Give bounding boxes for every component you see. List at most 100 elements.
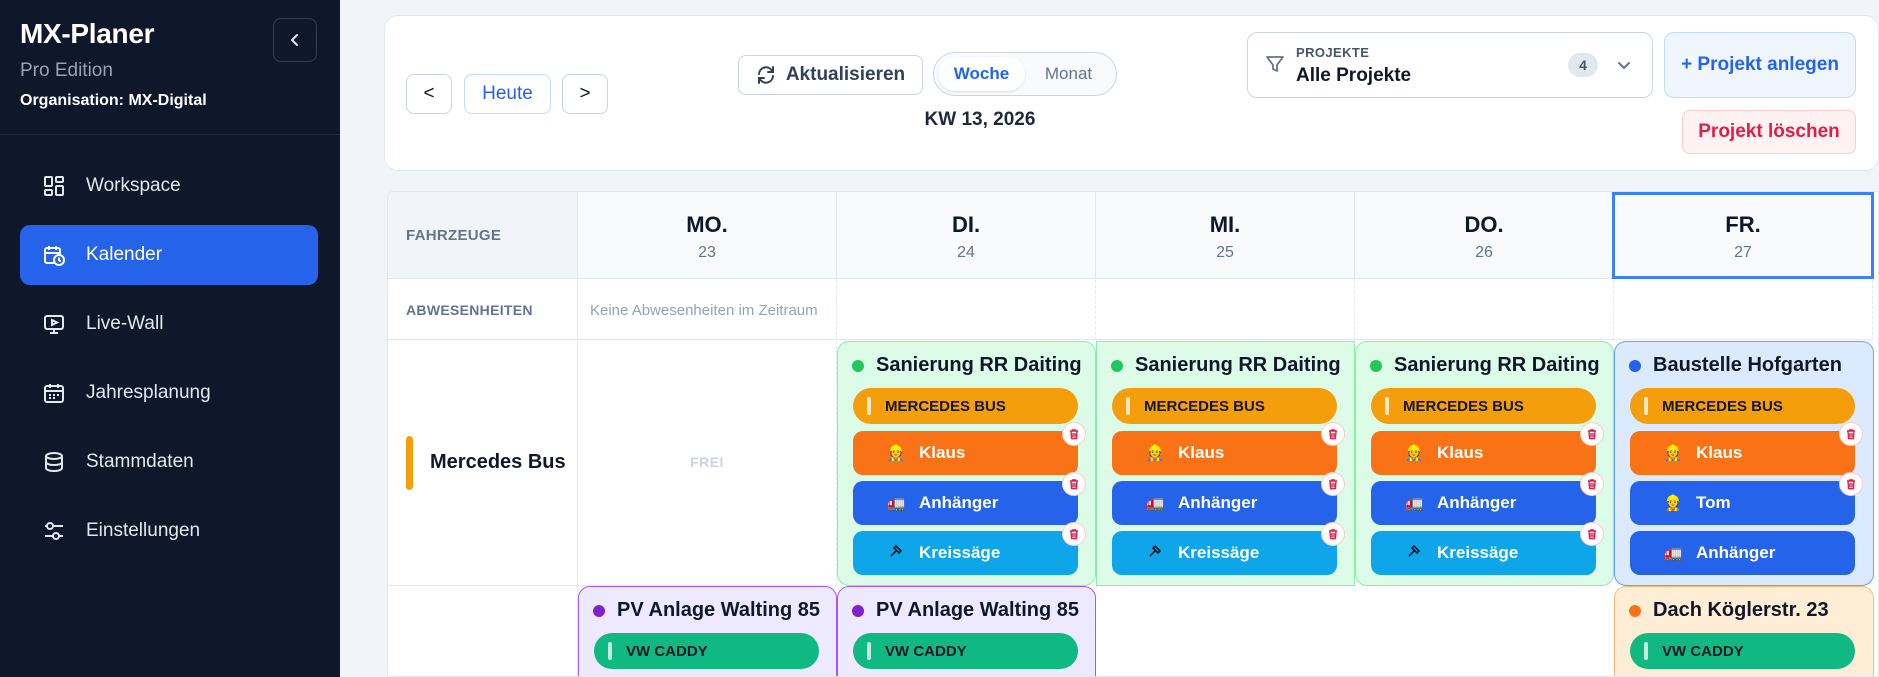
project-block[interactable]: PV Anlage Walting 85 VW CADDY <box>837 586 1096 676</box>
vehicle-pill[interactable]: MERCEDES BUS <box>1630 388 1855 424</box>
resource-label: Anhänger <box>1178 493 1258 512</box>
vehicle-row-label[interactable] <box>388 586 578 676</box>
resource-trailer[interactable]: 🚛 Anhänger <box>853 481 1078 525</box>
trash-icon[interactable] <box>1063 423 1085 445</box>
worker-icon: 👷 <box>1663 495 1683 512</box>
resource-label: Anhänger <box>919 493 999 512</box>
pill-marker <box>1385 397 1389 415</box>
resource-label: Anhänger <box>1437 493 1517 512</box>
next-week-button[interactable]: > <box>562 74 608 114</box>
project-title: Sanierung RR Daiting <box>1111 354 1341 377</box>
pill-marker <box>867 642 871 660</box>
vehicle-pill-label: VW CADDY <box>885 642 967 660</box>
day-header-mo: MO. 23 <box>578 192 837 279</box>
vehicle-pill[interactable]: VW CADDY <box>853 633 1078 669</box>
project-title-text: Dach Köglerstr. 23 <box>1653 599 1829 621</box>
vehicle-pill[interactable]: VW CADDY <box>1630 633 1855 669</box>
prev-week-button[interactable]: < <box>406 74 452 114</box>
sidebar-item-label: Einstellungen <box>86 520 201 541</box>
vehicle-pill[interactable]: VW CADDY <box>594 633 819 669</box>
project-block[interactable]: Sanierung RR Daiting MERCEDES BUS 👷 Klaus… <box>1355 341 1614 586</box>
collapse-sidebar-button[interactable] <box>273 18 317 62</box>
calendar-icon <box>42 381 66 405</box>
resource-label: Kreissäge <box>1178 543 1260 562</box>
absence-cell <box>1355 280 1614 340</box>
vehicle-pill-label: VW CADDY <box>626 642 708 660</box>
project-block[interactable]: Sanierung RR Daiting MERCEDES BUS 👷 Klaus… <box>837 341 1096 586</box>
trash-icon[interactable] <box>1322 473 1344 495</box>
app-title: MX-Planer <box>20 18 155 49</box>
project-title: Sanierung RR Daiting <box>852 354 1082 377</box>
sidebar-item-workspace[interactable]: Workspace <box>20 156 318 216</box>
trash-icon[interactable] <box>1322 523 1344 545</box>
trash-icon[interactable] <box>1581 423 1603 445</box>
calendar-clock-icon <box>42 243 66 267</box>
view-month-option[interactable]: Monat <box>1025 57 1112 91</box>
organization-label: Organisation: MX-Digital <box>20 92 207 109</box>
day-date: 27 <box>1734 244 1752 261</box>
absence-cell <box>1614 280 1873 340</box>
trash-icon[interactable] <box>1840 423 1862 445</box>
delete-project-button[interactable]: Projekt löschen <box>1682 110 1856 154</box>
resource-tool[interactable]: Kreissäge <box>1112 531 1337 575</box>
resource-worker[interactable]: 👷 Klaus <box>853 431 1078 475</box>
day-date: 26 <box>1475 244 1493 261</box>
trash-icon[interactable] <box>1322 423 1344 445</box>
add-project-button[interactable]: + Projekt anlegen <box>1664 32 1856 98</box>
sidebar-item-stammdaten[interactable]: Stammdaten <box>20 432 318 492</box>
sidebar-item-label: Jahresplanung <box>86 382 211 403</box>
resource-worker[interactable]: 👷 Klaus <box>1371 431 1596 475</box>
sidebar-nav: Workspace Kalender Live-Wall Jahresplanu… <box>20 156 318 570</box>
worker-icon: 👷 <box>1145 445 1165 462</box>
vehicles-header: FAHRZEUGE <box>388 192 578 279</box>
sidebar-item-einstellungen[interactable]: Einstellungen <box>20 501 318 561</box>
resource-trailer[interactable]: 🚛 Anhänger <box>1371 481 1596 525</box>
resource-tool[interactable]: Kreissäge <box>1371 531 1596 575</box>
trash-icon[interactable] <box>1063 523 1085 545</box>
sidebar-divider <box>0 134 340 135</box>
day-date: 23 <box>698 244 716 261</box>
day-header-di: DI. 24 <box>837 192 1096 279</box>
vehicle-pill[interactable]: MERCEDES BUS <box>853 388 1078 424</box>
day-name: FR. <box>1725 212 1761 237</box>
empty-day-cell[interactable]: FREI <box>578 341 837 586</box>
resource-worker[interactable]: 👷 Klaus <box>1630 431 1855 475</box>
project-title-text: Baustelle Hofgarten <box>1653 354 1842 376</box>
refresh-button[interactable]: Aktualisieren <box>738 55 923 95</box>
status-dot <box>1629 604 1641 617</box>
vehicle-pill[interactable]: MERCEDES BUS <box>1112 388 1337 424</box>
resource-trailer[interactable]: 🚛 Anhänger <box>1630 531 1855 575</box>
today-button[interactable]: Heute <box>464 74 551 114</box>
trash-icon[interactable] <box>1581 473 1603 495</box>
status-dot <box>1629 359 1641 372</box>
project-block[interactable]: Dach Köglerstr. 23 VW CADDY <box>1614 586 1874 676</box>
project-title: PV Anlage Walting 85 <box>852 599 1079 622</box>
filter-icon <box>1266 56 1284 72</box>
sidebar-item-jahresplanung[interactable]: Jahresplanung <box>20 363 318 423</box>
trash-icon[interactable] <box>1581 523 1603 545</box>
vehicle-row-label[interactable]: Mercedes Bus <box>388 341 578 586</box>
sidebar-item-label: Stammdaten <box>86 451 194 472</box>
week-label: KW 13, 2026 <box>924 109 1036 130</box>
view-week-option[interactable]: Woche <box>938 57 1025 91</box>
resource-tool[interactable]: Kreissäge <box>853 531 1078 575</box>
vehicle-pill[interactable]: MERCEDES BUS <box>1371 388 1596 424</box>
project-filter-select[interactable]: PROJEKTE Alle Projekte 4 <box>1247 32 1653 98</box>
grid-icon <box>42 174 66 198</box>
pill-marker <box>608 642 612 660</box>
project-block[interactable]: Baustelle Hofgarten MERCEDES BUS 👷 Klaus … <box>1614 341 1874 586</box>
project-title: PV Anlage Walting 85 <box>593 599 820 622</box>
resource-trailer[interactable]: 🚛 Anhänger <box>1112 481 1337 525</box>
project-block[interactable]: Sanierung RR Daiting MERCEDES BUS 👷 Klaus… <box>1096 341 1355 586</box>
resource-worker[interactable]: 👷 Tom <box>1630 481 1855 525</box>
resource-label: Klaus <box>1437 443 1484 462</box>
project-block[interactable]: PV Anlage Walting 85 VW CADDY <box>578 586 837 676</box>
resource-worker[interactable]: 👷 Klaus <box>1112 431 1337 475</box>
day-date: 24 <box>957 244 975 261</box>
sidebar-item-kalender[interactable]: Kalender <box>20 225 318 285</box>
worker-icon: 👷 <box>1404 445 1424 462</box>
sidebar-item-live-wall[interactable]: Live-Wall <box>20 294 318 354</box>
trash-icon[interactable] <box>1840 473 1862 495</box>
status-dot <box>1370 359 1382 372</box>
trash-icon[interactable] <box>1063 473 1085 495</box>
